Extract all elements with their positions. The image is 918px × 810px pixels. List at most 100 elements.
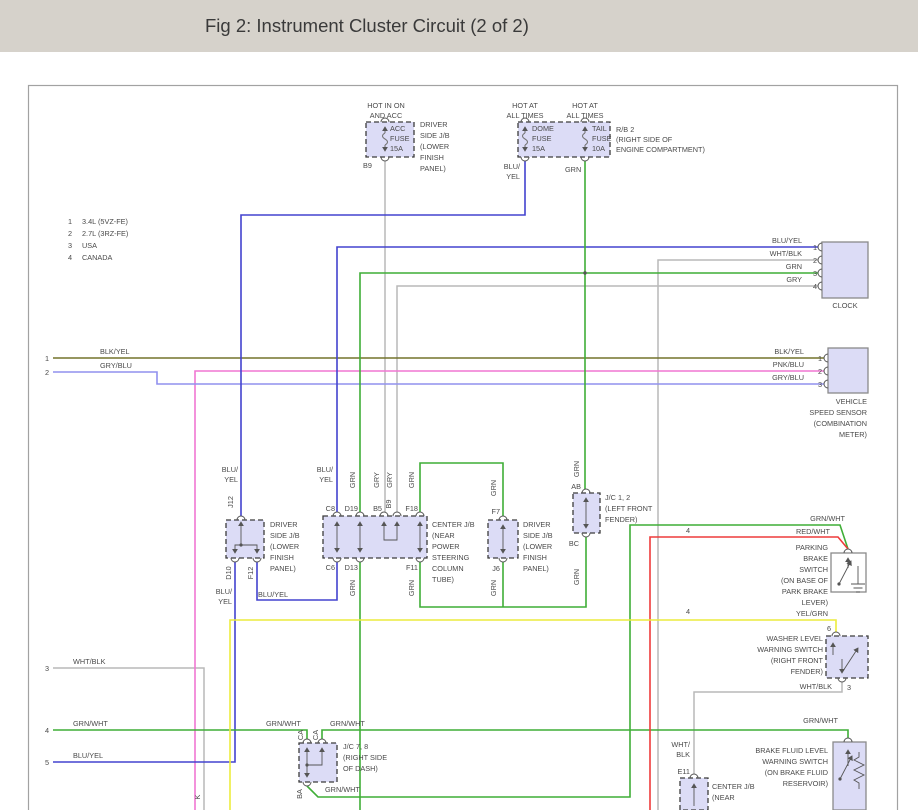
wire-whtblk-left bbox=[53, 668, 204, 810]
park-brake-labels: GRN/WHT RED/WHT 4 PARKING BRAKE SWITCH (… bbox=[686, 514, 846, 607]
jb-label: PANEL) bbox=[523, 564, 549, 573]
pin-label-f7: F7 bbox=[491, 507, 500, 516]
pin-number: 2 bbox=[818, 367, 822, 376]
wire-label: GRN bbox=[348, 580, 357, 596]
pin-label-j6: J6 bbox=[492, 564, 500, 573]
left-edge-labels: 1 2 3 4 5 BLK/YEL GRY/BLU WHT/BLK GRN/WH… bbox=[45, 347, 132, 767]
jb-label: PANEL) bbox=[420, 164, 446, 173]
box-jc78 bbox=[299, 743, 337, 782]
pin-label-b9: B9 bbox=[384, 500, 393, 509]
pin-label-ab: AB bbox=[571, 482, 581, 491]
vss-name: SPEED SENSOR bbox=[809, 408, 867, 417]
switch-label: PARKING bbox=[796, 543, 829, 552]
wire-label: GRN bbox=[407, 472, 416, 488]
pin-number: 3 bbox=[45, 664, 49, 673]
hot-label: ALL TIMES bbox=[567, 111, 604, 120]
wire-label: YEL bbox=[319, 475, 333, 484]
wire-label: GRN bbox=[489, 480, 498, 496]
jb-label: (LOWER bbox=[270, 542, 299, 551]
vss-name: METER) bbox=[839, 430, 867, 439]
jb-label: (LOWER bbox=[420, 142, 449, 151]
wire-label: WHT/BLK bbox=[73, 657, 106, 666]
jb-label: SIDE J/B bbox=[270, 531, 300, 540]
wire-label: GRY bbox=[786, 275, 802, 284]
clock-name: CLOCK bbox=[832, 301, 857, 310]
wire-label: WHT/BLK bbox=[770, 249, 803, 258]
switch-label: (ON BASE OF bbox=[781, 576, 829, 585]
wire-label: BLU/YEL bbox=[73, 751, 103, 760]
wire-label: BLK/YEL bbox=[774, 347, 804, 356]
wire-label: GRN bbox=[565, 165, 581, 174]
wire-grnwht-left bbox=[53, 730, 307, 739]
wire-label: YEL/GRN bbox=[796, 609, 828, 618]
box-vss bbox=[828, 348, 868, 393]
pin-label-k: K bbox=[193, 794, 202, 799]
switch-label: PARK BRAKE bbox=[782, 587, 828, 596]
note-num: 1 bbox=[68, 217, 72, 226]
jb-label: COLUMN bbox=[432, 564, 464, 573]
dome-fuse-label: FUSE bbox=[532, 134, 552, 143]
jb-label: FINISH bbox=[420, 153, 444, 162]
jb-label: SIDE J/B bbox=[420, 131, 450, 140]
jb-label: (LOWER bbox=[523, 542, 552, 551]
note-text: 2.7L (3RZ-FE) bbox=[82, 229, 128, 238]
acc-fuse-label: 15A bbox=[390, 144, 403, 153]
pin-number: 1 bbox=[818, 354, 822, 363]
switch-label: LEVER) bbox=[802, 598, 828, 607]
wire-gry-clock bbox=[397, 286, 818, 512]
wire-label: WHT/BLK bbox=[800, 682, 833, 691]
vss-name: VEHICLE bbox=[836, 397, 867, 406]
switch-label: FENDER) bbox=[791, 667, 823, 676]
title-bar: Fig 2: Instrument Cluster Circuit (2 of … bbox=[0, 0, 918, 52]
pin-label-d19: D19 bbox=[345, 504, 358, 513]
jc-label: J/C 7, 8 bbox=[343, 742, 368, 751]
wire-label: BLK/YEL bbox=[100, 347, 130, 356]
brake-fluid-labels: GRN/WHT BRAKE FLUID LEVEL WARNING SWITCH… bbox=[755, 716, 838, 788]
jb-label: FINISH bbox=[523, 553, 547, 562]
wire-label: GRN/WHT bbox=[266, 719, 301, 728]
pin-label-f11: F11 bbox=[406, 563, 418, 572]
hot-label: HOT AT bbox=[572, 101, 598, 110]
box-clock bbox=[822, 242, 868, 298]
page-title: Fig 2: Instrument Cluster Circuit (2 of … bbox=[205, 0, 529, 52]
pin-label-e11: E11 bbox=[678, 767, 690, 776]
footnote-ref: 4 bbox=[686, 607, 690, 616]
pin-label-d13: D13 bbox=[345, 563, 358, 572]
switch-label: WARNING SWITCH bbox=[762, 757, 828, 766]
wire-label: BLU/YEL bbox=[772, 236, 802, 245]
switch-label: WASHER LEVEL bbox=[766, 634, 823, 643]
wire-label: BLU/ bbox=[317, 465, 334, 474]
box-jc12 bbox=[573, 493, 600, 533]
switch-label: RESERVOIR) bbox=[783, 779, 828, 788]
wire-label: GRN bbox=[572, 461, 581, 477]
switch-label: SWITCH bbox=[799, 565, 828, 574]
wire-label: GRN bbox=[489, 580, 498, 596]
acc-fuse-label: FUSE bbox=[390, 134, 410, 143]
jb-label: (NEAR bbox=[432, 531, 455, 540]
wire-label: WHT/ bbox=[671, 740, 691, 749]
pin-number: 3 bbox=[818, 380, 822, 389]
pin-number: 1 bbox=[813, 243, 817, 252]
note-num: 4 bbox=[68, 253, 72, 262]
jb-label: CENTER J/B bbox=[432, 520, 475, 529]
jc-label: OF DASH) bbox=[343, 764, 378, 773]
acc-fuse-label: ACC bbox=[390, 124, 405, 133]
jb-label: DRIVER bbox=[270, 520, 298, 529]
jb-label: CENTER J/B bbox=[712, 782, 755, 791]
box-driver-jb1 bbox=[226, 520, 264, 558]
wire-label: GRN bbox=[348, 472, 357, 488]
pin-number: 4 bbox=[813, 282, 817, 291]
wire-label: GRN bbox=[572, 569, 581, 585]
note-num: 2 bbox=[68, 229, 72, 238]
wire-grn-clock bbox=[360, 273, 818, 512]
wire-label: GRY/BLU bbox=[772, 373, 804, 382]
wire-label: GRN/WHT bbox=[803, 716, 838, 725]
junction-dot bbox=[583, 271, 586, 274]
tail-fuse-label: TAIL bbox=[592, 124, 607, 133]
tail-fuse-label: FUSE bbox=[592, 134, 612, 143]
wire-label: GRY bbox=[385, 472, 394, 488]
pin-number: 3 bbox=[847, 683, 851, 692]
wire-label: GRN/WHT bbox=[73, 719, 108, 728]
wire-label: GRY bbox=[372, 472, 381, 488]
switch-label: BRAKE bbox=[803, 554, 828, 563]
